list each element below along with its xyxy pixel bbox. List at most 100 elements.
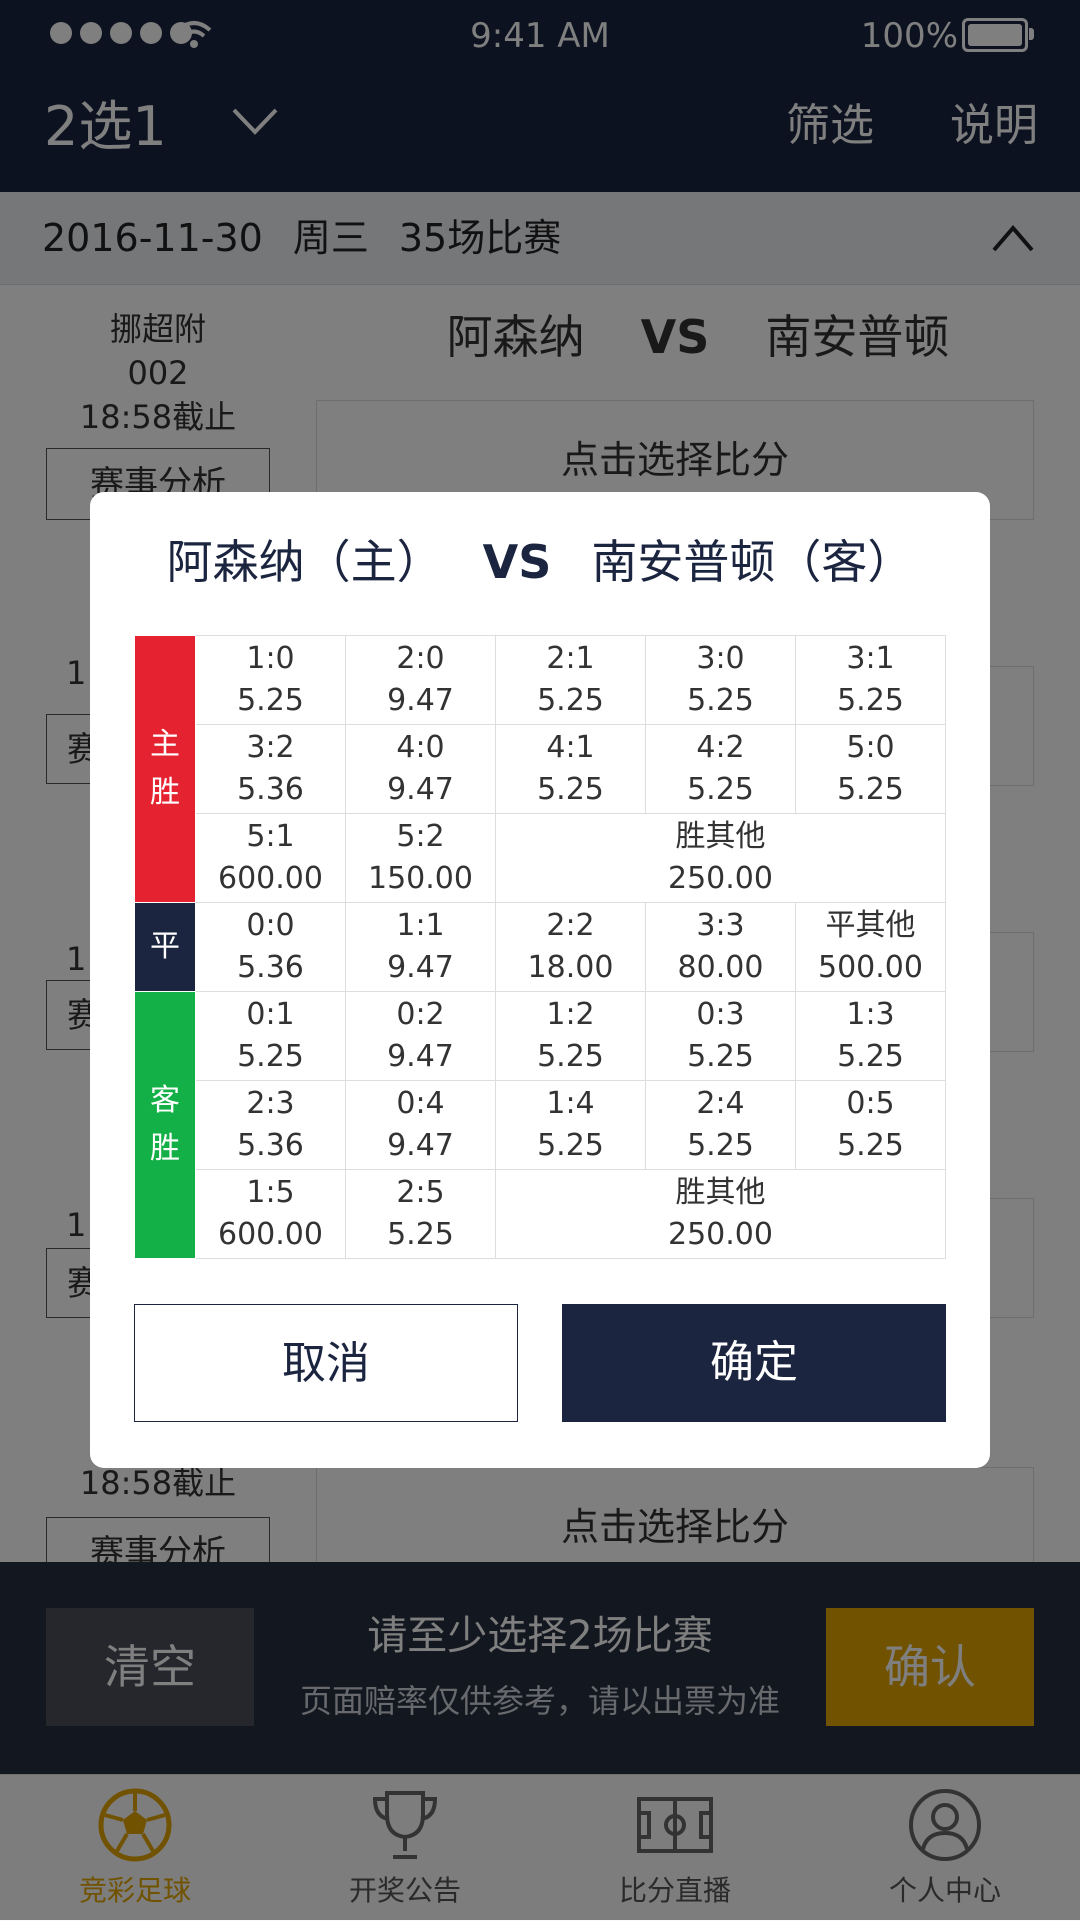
score-label: 平其他 xyxy=(825,908,916,943)
grid-row: 主胜 1:0 5.25 2:0 9.47 2:1 5.25 3:0 5.25 3:1 5.25 xyxy=(134,635,946,903)
odds-value: 5.25 xyxy=(237,683,304,718)
odds-value: 5.25 xyxy=(687,683,754,718)
score-option[interactable]: 0:1 5.25 xyxy=(195,991,346,1081)
odds-value: 9.47 xyxy=(387,772,454,807)
odds-value: 250.00 xyxy=(668,1217,773,1252)
score-option[interactable]: 0:3 5.25 xyxy=(645,991,796,1081)
score-option[interactable]: 1:5 600.00 xyxy=(195,1169,346,1259)
score-option[interactable]: 2:0 9.47 xyxy=(345,635,496,725)
score-label: 0:2 xyxy=(396,997,445,1032)
score-label: 2:5 xyxy=(396,1175,445,1210)
odds-value: 5.25 xyxy=(537,1039,604,1074)
score-label: 1:0 xyxy=(246,641,295,676)
score-option[interactable]: 1:1 9.47 xyxy=(345,902,496,992)
odds-value: 5.25 xyxy=(837,772,904,807)
group-label-char: 主 xyxy=(150,727,180,762)
score-option[interactable]: 胜其他 250.00 xyxy=(495,1169,946,1259)
grid-row: 平 0:0 5.36 1:1 9.47 2:2 18.00 3:3 80.00 平其他 500.00 xyxy=(134,902,946,992)
score-option[interactable]: 4:1 5.25 xyxy=(495,724,646,814)
score-label: 0:4 xyxy=(396,1086,445,1121)
score-odds-grid: 主胜 1:0 5.25 2:0 9.47 2:1 5.25 3:0 5.25 3:1 5.25 3:2… xyxy=(134,635,946,1259)
score-option[interactable]: 2:1 5.25 xyxy=(495,635,646,725)
score-option[interactable]: 2:2 18.00 xyxy=(495,902,646,992)
odds-value: 5.36 xyxy=(237,950,304,985)
score-label: 1:3 xyxy=(846,997,895,1032)
score-option[interactable]: 0:0 5.36 xyxy=(195,902,346,992)
score-label: 3:2 xyxy=(246,730,295,765)
score-label: 4:0 xyxy=(396,730,445,765)
group-lose-label: 客胜 xyxy=(134,991,196,1259)
odds-value: 5.25 xyxy=(687,772,754,807)
score-option[interactable]: 平其他 500.00 xyxy=(795,902,946,992)
score-option[interactable]: 0:4 9.47 xyxy=(345,1080,496,1170)
score-label: 2:3 xyxy=(246,1086,295,1121)
group-label-char: 客 xyxy=(150,1083,180,1118)
odds-value: 5.25 xyxy=(237,1039,304,1074)
score-option[interactable]: 4:0 9.47 xyxy=(345,724,496,814)
score-option[interactable]: 2:3 5.36 xyxy=(195,1080,346,1170)
odds-value: 5.25 xyxy=(537,772,604,807)
odds-value: 80.00 xyxy=(677,950,764,985)
odds-value: 500.00 xyxy=(818,950,923,985)
score-option[interactable]: 1:0 5.25 xyxy=(195,635,346,725)
score-option[interactable]: 4:2 5.25 xyxy=(645,724,796,814)
group-label-char: 胜 xyxy=(150,1131,180,1166)
score-option[interactable]: 0:5 5.25 xyxy=(795,1080,946,1170)
odds-value: 5.25 xyxy=(837,1039,904,1074)
score-label: 0:5 xyxy=(846,1086,895,1121)
score-option[interactable]: 3:2 5.36 xyxy=(195,724,346,814)
score-label: 2:0 xyxy=(396,641,445,676)
score-option[interactable]: 2:5 5.25 xyxy=(345,1169,496,1259)
score-label: 5:0 xyxy=(846,730,895,765)
odds-value: 5.36 xyxy=(237,772,304,807)
score-select-dialog: 阿森纳（主） VS 南安普顿（客） 主胜 1:0 5.25 2:0 9.47 2:1 5.25 3… xyxy=(90,492,990,1468)
score-label: 2:4 xyxy=(696,1086,745,1121)
score-option[interactable]: 胜其他 250.00 xyxy=(495,813,946,903)
score-option[interactable]: 3:3 80.00 xyxy=(645,902,796,992)
grid-row: 3:2 5.36 4:0 9.47 4:1 5.25 4:2 5.25 5:0 5.25 xyxy=(135,724,946,814)
away-team: 南安普顿（客） xyxy=(591,535,914,589)
group-label-char: 胜 xyxy=(150,775,180,810)
odds-value: 9.47 xyxy=(387,1128,454,1163)
score-option[interactable]: 3:0 5.25 xyxy=(645,635,796,725)
vs-label: VS xyxy=(482,535,552,589)
score-label: 0:0 xyxy=(246,908,295,943)
group-draw-label: 平 xyxy=(134,902,196,992)
odds-value: 600.00 xyxy=(218,1217,323,1252)
odds-value: 9.47 xyxy=(387,1039,454,1074)
odds-value: 250.00 xyxy=(668,861,773,896)
odds-value: 5.25 xyxy=(387,1217,454,1252)
score-option[interactable]: 2:4 5.25 xyxy=(645,1080,796,1170)
odds-value: 9.47 xyxy=(387,950,454,985)
score-label: 0:1 xyxy=(246,997,295,1032)
score-option[interactable]: 5:1 600.00 xyxy=(195,813,346,903)
score-option[interactable]: 1:3 5.25 xyxy=(795,991,946,1081)
score-label: 0:3 xyxy=(696,997,745,1032)
score-option[interactable]: 1:2 5.25 xyxy=(495,991,646,1081)
cancel-button[interactable]: 取消 xyxy=(134,1304,518,1422)
odds-value: 5.25 xyxy=(837,1128,904,1163)
score-label: 1:1 xyxy=(396,908,445,943)
score-label: 2:1 xyxy=(546,641,595,676)
dialog-title: 阿森纳（主） VS 南安普顿（客） xyxy=(90,532,990,592)
group-win-label: 主胜 xyxy=(134,635,196,903)
score-option[interactable]: 3:1 5.25 xyxy=(795,635,946,725)
score-label: 3:1 xyxy=(846,641,895,676)
score-label: 5:1 xyxy=(246,819,295,854)
score-option[interactable]: 5:2 150.00 xyxy=(345,813,496,903)
odds-value: 5.25 xyxy=(687,1039,754,1074)
score-option[interactable]: 5:0 5.25 xyxy=(795,724,946,814)
score-option[interactable]: 0:2 9.47 xyxy=(345,991,496,1081)
ok-button[interactable]: 确定 xyxy=(562,1304,946,1422)
score-label: 2:2 xyxy=(546,908,595,943)
score-label: 4:1 xyxy=(546,730,595,765)
score-label: 5:2 xyxy=(396,819,445,854)
grid-row: 1:5 600.00 2:5 5.25 胜其他 250.00 xyxy=(135,1169,946,1259)
score-label: 胜其他 xyxy=(675,819,766,854)
score-label: 1:5 xyxy=(246,1175,295,1210)
odds-value: 18.00 xyxy=(527,950,614,985)
score-option[interactable]: 1:4 5.25 xyxy=(495,1080,646,1170)
odds-value: 5.25 xyxy=(837,683,904,718)
score-label: 3:3 xyxy=(696,908,745,943)
grid-row: 客胜 0:1 5.25 0:2 9.47 1:2 5.25 0:3 5.25 1:3 5.25 xyxy=(134,991,946,1259)
